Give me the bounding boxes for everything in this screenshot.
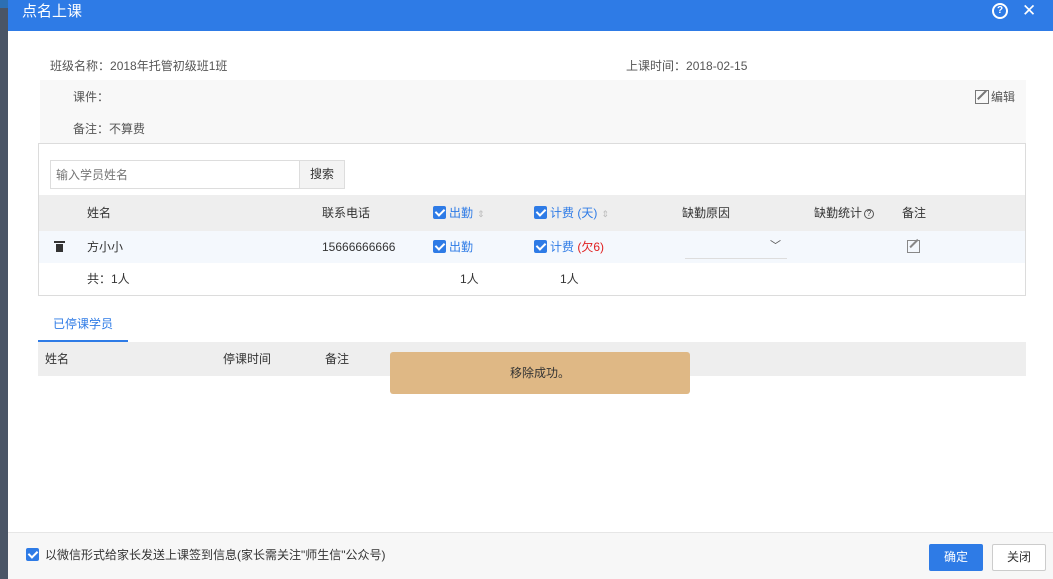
edit-icon xyxy=(975,89,989,104)
dialog-footer: 以微信形式给家长发送上课签到信息(家长需关注"师生信"公众号) 确定 关闭 xyxy=(8,532,1053,579)
note-edit-icon[interactable] xyxy=(907,240,920,253)
charge-count: 1人 xyxy=(560,272,579,286)
header-absent-stats: 缺勤统计? xyxy=(814,195,875,231)
header-charge[interactable]: 计费 (天) ⇕ xyxy=(534,195,609,232)
absent-reason-select[interactable]: ﹀ xyxy=(685,237,787,259)
confirm-button[interactable]: 确定 xyxy=(929,544,983,571)
class-time-value: 2018-02-15 xyxy=(686,59,748,73)
charge-label: 计费 xyxy=(550,240,575,254)
header-absent-stats-label: 缺勤统计 xyxy=(814,206,863,220)
student-table-header: 姓名 联系电话 出勤 ⇕ 计费 (天) ⇕ 缺勤原因 缺勤统计? 备注 xyxy=(39,195,1025,231)
header-phone: 联系电话 xyxy=(322,206,371,220)
sort-icon[interactable]: ⇕ xyxy=(477,209,485,219)
class-name-info: 班级名称：2018年托管初级班1班 xyxy=(50,57,227,74)
class-name-label: 班级名称： xyxy=(50,59,111,73)
success-toast: 移除成功。 xyxy=(390,352,690,394)
sort-icon[interactable]: ⇕ xyxy=(601,209,609,219)
student-name: 方小小 xyxy=(87,240,124,254)
table-row: 方小小 15666666666 出勤 计费 (欠6) ﹀ xyxy=(39,231,1025,263)
attend-checkbox[interactable] xyxy=(433,240,446,253)
tab-stopped-students[interactable]: 已停课学员 xyxy=(38,309,128,342)
search-button[interactable]: 搜索 xyxy=(299,160,345,189)
student-phone: 15666666666 xyxy=(322,240,396,254)
charge-cell: 计费 (欠6) xyxy=(534,231,604,263)
trash-icon[interactable] xyxy=(54,241,65,252)
student-search-input[interactable] xyxy=(50,160,300,189)
question-circle-icon[interactable]: ? xyxy=(864,209,875,219)
header-note: 备注 xyxy=(902,206,927,220)
remark-value: 不算费 xyxy=(109,122,146,136)
class-detail-box: 课件： 备注：不算费 编辑 xyxy=(40,80,1026,143)
owed-count: (欠6) xyxy=(577,240,605,254)
question-circle-icon[interactable]: ? xyxy=(992,3,1008,19)
dialog-titlebar: 点名上课 ? ✕ xyxy=(8,0,1053,31)
header-name: 姓名 xyxy=(87,206,112,220)
stopped-header-name: 姓名 xyxy=(45,352,70,366)
header-attend[interactable]: 出勤 ⇕ xyxy=(433,195,485,232)
attend-all-checkbox[interactable] xyxy=(433,206,446,219)
wechat-notify-option[interactable]: 以微信形式给家长发送上课签到信息(家长需关注"师生信"公众号) xyxy=(26,547,386,563)
charge-checkbox[interactable] xyxy=(534,240,547,253)
header-absent-reason: 缺勤原因 xyxy=(682,206,731,220)
attend-label: 出勤 xyxy=(449,240,474,254)
roll-call-dialog: 点名上课 ? ✕ 班级名称：2018年托管初级班1班 上课时间：2018-02-… xyxy=(8,0,1053,579)
edit-button[interactable]: 编辑 xyxy=(975,88,1015,105)
stopped-header-note: 备注 xyxy=(325,352,350,366)
edit-label: 编辑 xyxy=(991,90,1016,104)
charge-all-checkbox[interactable] xyxy=(534,206,547,219)
remark-row: 备注：不算费 xyxy=(73,120,145,137)
close-button[interactable]: 关闭 xyxy=(992,544,1046,571)
attend-count: 1人 xyxy=(460,272,479,286)
attend-cell: 出勤 xyxy=(433,231,473,263)
header-charge-label: 计费 (天) xyxy=(550,206,598,220)
total-count: 共：1人 xyxy=(87,272,130,286)
class-time-label: 上课时间： xyxy=(626,59,687,73)
wechat-notify-label: 以微信形式给家长发送上课签到信息(家长需关注"师生信"公众号) xyxy=(45,548,386,562)
courseware-row: 课件： xyxy=(73,88,109,105)
stopped-header-time: 停课时间 xyxy=(223,352,272,366)
stopped-tabbar: 已停课学员 xyxy=(38,309,1026,342)
class-time-info: 上课时间：2018-02-15 xyxy=(626,57,747,74)
wechat-notify-checkbox[interactable] xyxy=(26,548,39,561)
remark-label: 备注： xyxy=(73,122,110,136)
table-summary-row: 共：1人 1人 1人 xyxy=(39,263,1025,295)
chevron-down-icon: ﹀ xyxy=(770,240,781,252)
student-panel: 搜索 姓名 联系电话 出勤⇕ 计费 (天)⇕ 缺勤原因 缺勤统计? 备注 方小小… xyxy=(38,143,1026,296)
courseware-label: 课件： xyxy=(73,90,110,104)
dialog-title: 点名上课 xyxy=(22,3,83,20)
header-attend-label: 出勤 xyxy=(449,206,474,220)
close-icon[interactable]: ✕ xyxy=(1022,0,1036,22)
class-name-value: 2018年托管初级班1班 xyxy=(110,59,228,73)
